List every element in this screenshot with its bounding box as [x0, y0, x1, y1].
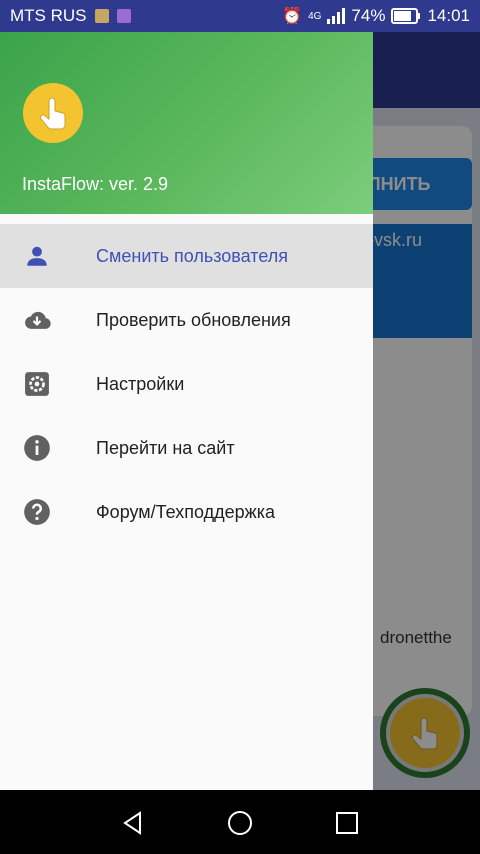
battery-percent: 74% — [351, 6, 386, 25]
recents-button[interactable] — [332, 808, 362, 838]
carrier-label: MTS RUS — [10, 6, 87, 25]
cloud-download-icon — [22, 305, 52, 335]
info-icon — [22, 433, 52, 463]
menu-item-switch-user[interactable]: Сменить пользователя — [0, 224, 373, 288]
menu-item-forum-support[interactable]: Форум/Техподдержка — [0, 480, 373, 544]
settings-icon — [22, 369, 52, 399]
app-version: InstaFlow: ver. 2.9 — [22, 174, 169, 194]
sim-icon — [94, 9, 109, 23]
system-nav-bar — [0, 790, 480, 854]
touch-hand-icon — [40, 97, 66, 130]
home-circle-icon — [228, 811, 252, 835]
battery-icon — [391, 8, 421, 24]
status-bar: MTS RUS ⏰ 4G 74% 14:01 — [0, 0, 480, 32]
menu-item-settings[interactable]: Настройки — [0, 352, 373, 416]
menu-item-label: Форум/Техподдержка — [96, 501, 275, 522]
network-type-label: 4G — [308, 10, 322, 22]
app-logo — [23, 83, 83, 143]
signal-icon — [327, 8, 346, 24]
person-icon — [22, 241, 52, 271]
alarm-icon: ⏰ — [282, 8, 303, 25]
menu-item-label: Сменить пользователя — [96, 245, 288, 266]
menu-item-label: Настройки — [96, 373, 185, 394]
back-button[interactable] — [118, 808, 148, 838]
menu-item-go-to-site[interactable]: Перейти на сайт — [0, 416, 373, 480]
drawer-header: InstaFlow: ver. 2.9 — [0, 32, 373, 214]
notification-icon — [116, 9, 131, 23]
drawer-menu: Сменить пользователя Проверить обновлени… — [0, 224, 373, 544]
menu-item-label: Проверить обновления — [96, 309, 291, 330]
menu-item-label: Перейти на сайт — [96, 437, 235, 458]
help-icon — [22, 497, 52, 527]
menu-item-check-updates[interactable]: Проверить обновления — [0, 288, 373, 352]
back-triangle-icon — [123, 811, 141, 835]
clock: 14:01 — [427, 6, 470, 25]
recents-square-icon — [336, 812, 358, 834]
navigation-drawer: InstaFlow: ver. 2.9 Сменить пользователя… — [0, 32, 373, 790]
home-button[interactable] — [225, 808, 255, 838]
